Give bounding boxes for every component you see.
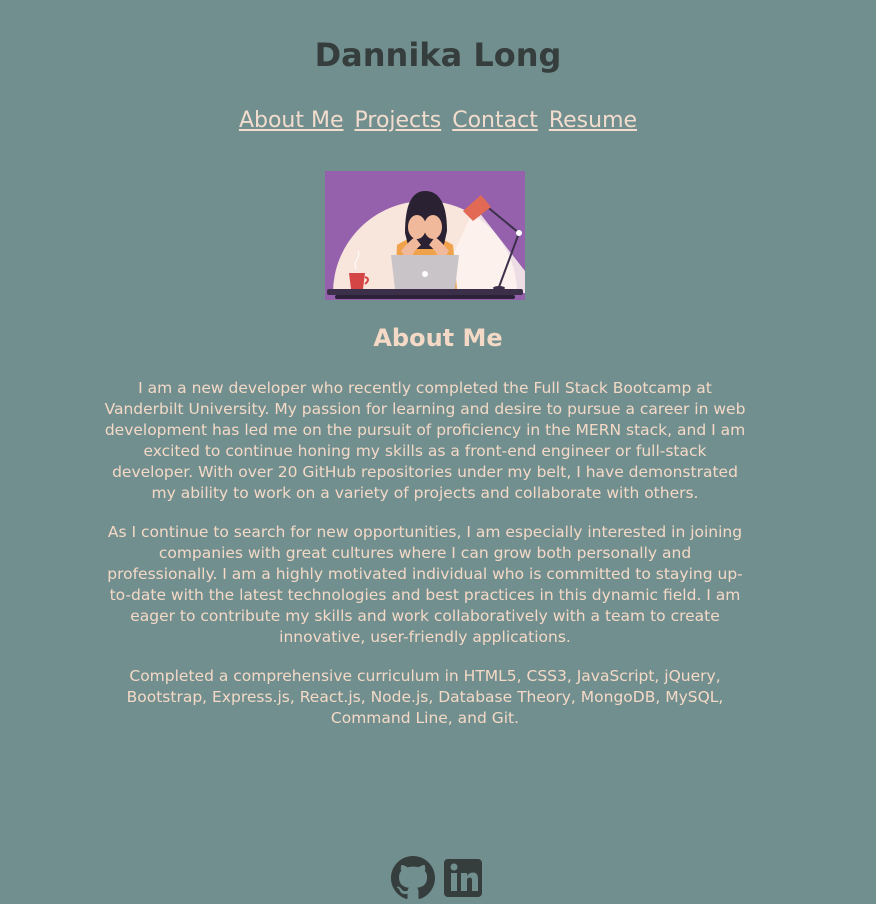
nav-link-resume[interactable]: Resume [549,108,637,133]
github-link[interactable] [391,856,435,900]
nav-link-projects[interactable]: Projects [355,108,442,133]
about-heading: About Me [373,324,503,352]
main-nav: About Me Projects Contact Resume [0,108,876,133]
about-content: I am a new developer who recently comple… [104,378,746,747]
nav-link-about-me[interactable]: About Me [239,108,344,133]
about-paragraph: Completed a comprehensive curriculum in … [126,667,724,727]
about-paragraph: I am a new developer who recently comple… [104,379,746,502]
linkedin-link[interactable] [443,856,485,900]
social-links [0,856,876,900]
about-paragraph: As I continue to search for new opportun… [107,523,743,646]
page-title: Dannika Long [314,36,562,74]
hero-illustration [325,171,525,300]
nav-link-contact[interactable]: Contact [452,108,538,133]
